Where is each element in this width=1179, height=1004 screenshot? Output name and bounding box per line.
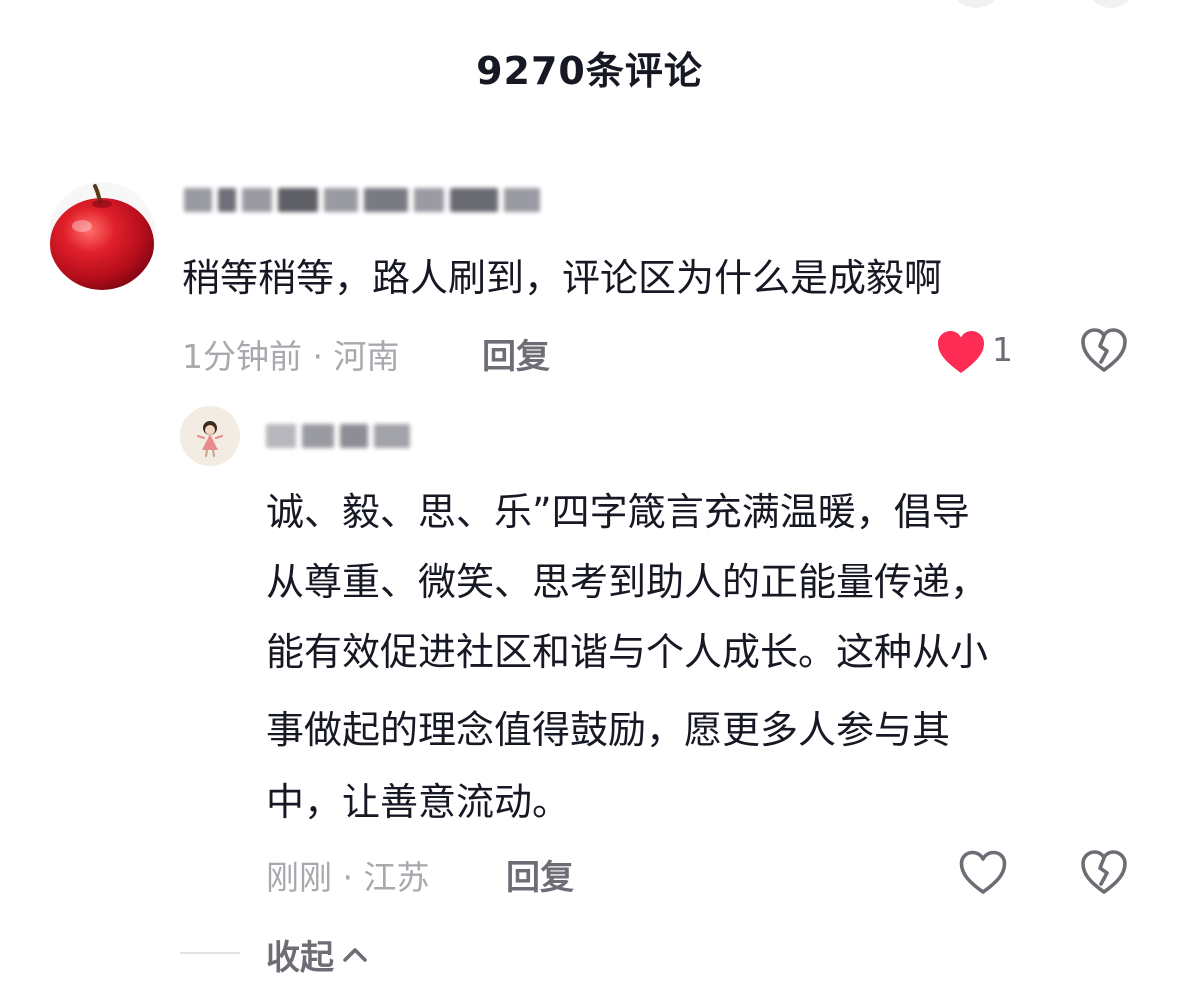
commenter-username-blurred[interactable] [184, 188, 546, 212]
commenter-avatar[interactable] [48, 182, 156, 290]
reply-reply-button[interactable]: 回复 [506, 850, 574, 899]
comment-like-button[interactable] [936, 329, 986, 375]
comment-dislike-button[interactable] [1080, 327, 1128, 373]
cartoon-girl-avatar-icon [180, 406, 240, 466]
comment-text: 稍等稍等，路人刷到，评论区为什么是成毅啊 [182, 256, 943, 300]
apple-avatar-icon [48, 182, 156, 290]
reply-like-button[interactable] [958, 849, 1008, 895]
comments-count-title: 9270条评论 [476, 49, 703, 93]
reply-time-location: 刚刚 · 江苏 [266, 858, 430, 897]
top-right-button-partial[interactable] [950, 0, 1002, 8]
reply-text-line-2: 从尊重、微笑、思考到助人的正能量传递， [266, 560, 989, 604]
reply-text-line-1: 诚、毅、思、乐”四字箴言充满温暖，倡导 [266, 490, 970, 534]
collapse-divider [180, 952, 240, 954]
reply-text-line-4: 事做起的理念值得鼓励，愿更多人参与其 [266, 708, 951, 752]
top-right-close-partial[interactable] [1085, 0, 1137, 8]
replier-username-blurred[interactable] [266, 424, 416, 448]
reply-dislike-button[interactable] [1080, 849, 1128, 895]
reply-text-line-3: 能有效促进社区和谐与个人成长。这种从小 [266, 630, 989, 674]
heart-filled-icon [938, 331, 984, 373]
comment-like-count: 1 [992, 330, 1013, 369]
heart-outline-icon [959, 850, 1007, 894]
chevron-up-icon [343, 947, 367, 962]
collapse-replies-button[interactable]: 收起 [266, 930, 368, 979]
comment-time-location: 1分钟前 · 河南 [182, 337, 400, 376]
collapse-label: 收起 [266, 938, 334, 978]
comment-reply-button[interactable]: 回复 [482, 329, 550, 378]
broken-heart-icon [1081, 328, 1127, 372]
replier-avatar[interactable] [180, 406, 240, 466]
broken-heart-icon [1081, 850, 1127, 894]
reply-text-line-5: 中，让善意流动。 [266, 780, 571, 824]
